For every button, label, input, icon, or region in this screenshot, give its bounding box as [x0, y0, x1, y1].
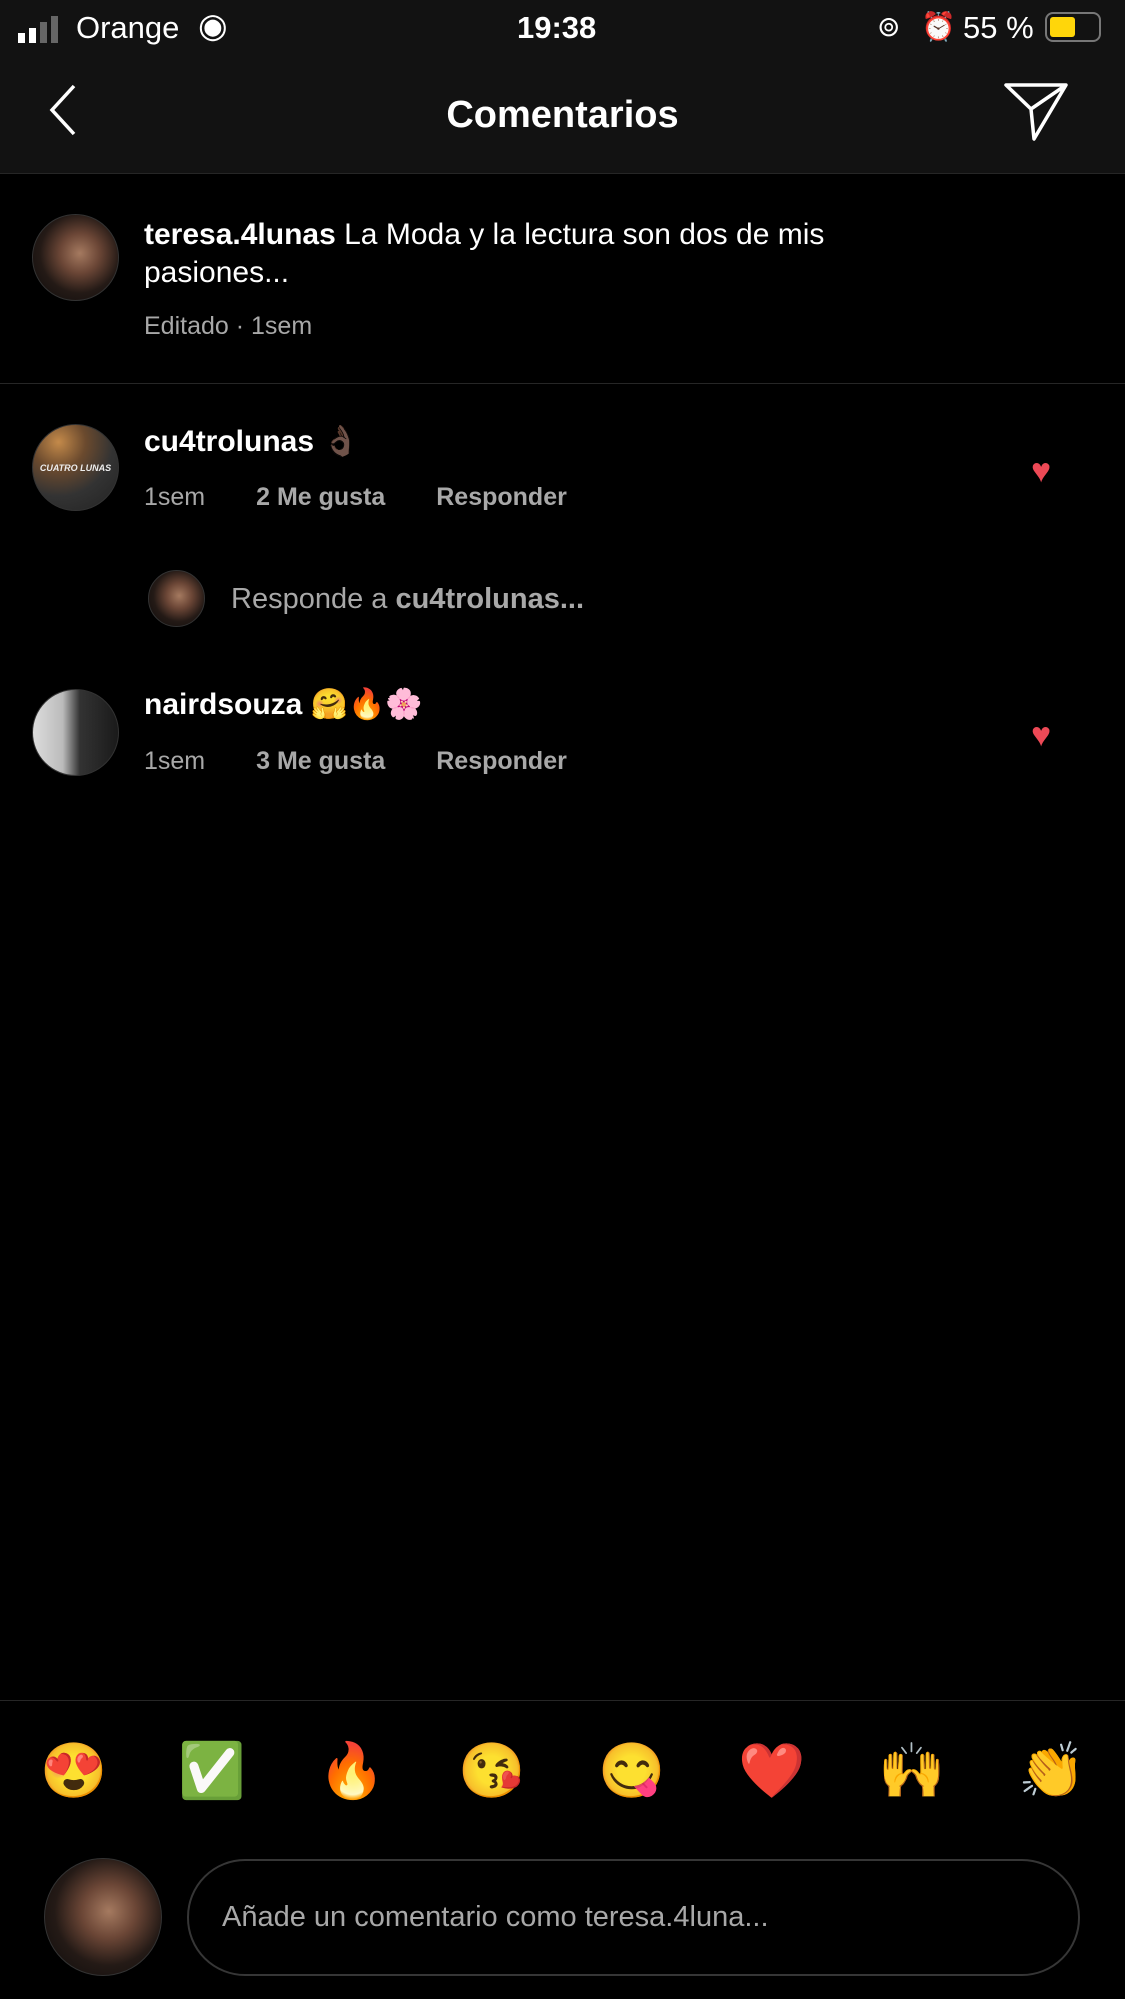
avatar: [44, 1858, 162, 1976]
carrier: Orange: [76, 10, 180, 45]
divider: [0, 1700, 1125, 1701]
battery-icon: [1045, 12, 1101, 42]
page-title: Comentarios: [446, 94, 679, 136]
share-icon[interactable]: [1003, 82, 1069, 142]
divider: [0, 383, 1125, 384]
comment-username[interactable]: cu4trolunas: [144, 425, 314, 458]
comment-username[interactable]: nairdsouza: [144, 688, 302, 721]
comment-time: 1sem: [144, 747, 206, 775]
emoji-heart[interactable]: ❤️: [732, 1740, 812, 1803]
alarm-icon: ⏰: [921, 11, 956, 42]
clock: 19:38: [517, 10, 597, 45]
reply-button[interactable]: Responder: [436, 483, 567, 511]
emoji-fire[interactable]: 🔥: [312, 1740, 392, 1803]
emoji-yum[interactable]: 😋: [592, 1740, 672, 1803]
emoji-clap[interactable]: 👏: [1012, 1740, 1092, 1803]
emoji-check[interactable]: ✅: [172, 1740, 252, 1803]
avatar: [148, 570, 205, 627]
battery-percent: 55 %: [963, 10, 1034, 45]
rotation-lock-icon: ⊚: [877, 11, 901, 42]
wifi-icon: ◉: [198, 7, 228, 45]
emoji-kiss[interactable]: 😘: [452, 1740, 532, 1803]
avatar[interactable]: [32, 214, 119, 301]
top-bar: Orange ◉ 19:38 ⊚ ⏰ 55 % Comentarios: [0, 0, 1125, 174]
avatar[interactable]: CUATRO LUNAS: [32, 424, 119, 511]
comment-time: 1sem: [144, 483, 206, 511]
likes-count[interactable]: 2 Me gusta: [256, 483, 385, 511]
comment-text: 👌🏿: [322, 425, 360, 458]
likes-count[interactable]: 3 Me gusta: [256, 747, 385, 775]
heart-icon[interactable]: ♥: [1031, 716, 1051, 755]
heart-icon[interactable]: ♥: [1031, 452, 1051, 491]
avatar[interactable]: [32, 689, 119, 776]
caption-meta: Editado · 1sem: [144, 312, 313, 340]
comment-input[interactable]: Añade un comentario como teresa.4luna...: [187, 1859, 1080, 1976]
signal-icon: [18, 16, 58, 43]
comment-text: 🤗🔥🌸: [310, 688, 423, 721]
emoji-raised-hands[interactable]: 🙌: [872, 1740, 952, 1803]
reply-button[interactable]: Responder: [436, 747, 567, 775]
caption-username[interactable]: teresa.4lunas: [144, 218, 336, 251]
emoji-heart-eyes[interactable]: 😍: [34, 1740, 114, 1803]
caption-text: teresa.4lunas La Moda y la lectura son d…: [144, 218, 825, 289]
